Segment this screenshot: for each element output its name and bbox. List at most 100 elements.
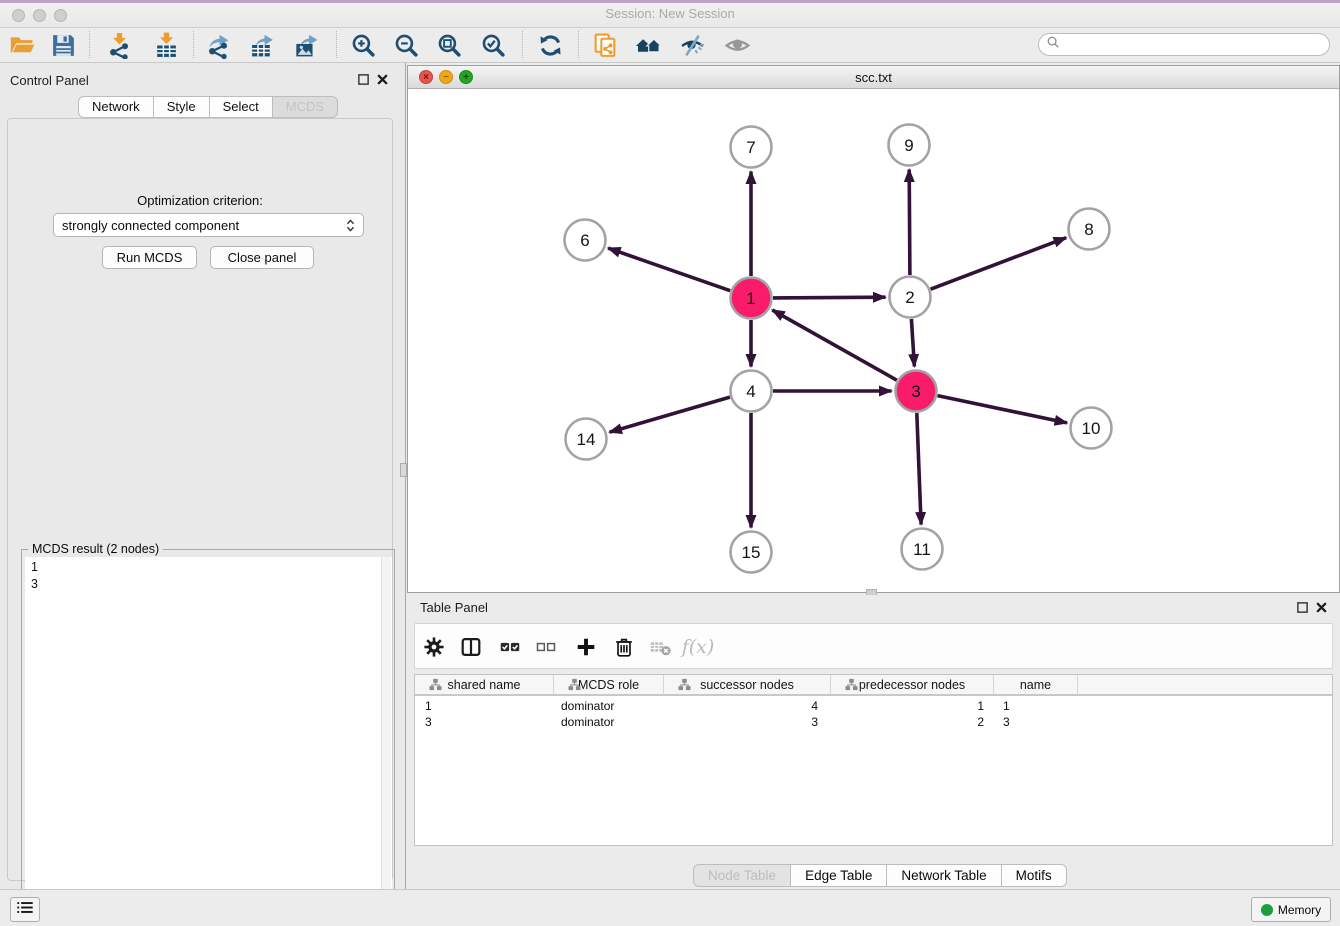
mcds-result-text[interactable]: 1 3 <box>25 557 392 924</box>
criterion-dropdown[interactable]: strongly connected component <box>53 213 364 237</box>
close-table-panel-icon[interactable] <box>1315 601 1328 619</box>
graph-node-15[interactable]: 15 <box>731 532 772 573</box>
table-tab-network-table[interactable]: Network Table <box>886 864 1001 887</box>
graph-edge-1-6[interactable] <box>608 248 730 291</box>
column-header-MCDS-role[interactable]: MCDS role <box>554 675 664 694</box>
graph-edge-2-3[interactable] <box>911 319 914 367</box>
import-table-button[interactable] <box>148 29 184 61</box>
list-icon <box>15 899 35 921</box>
graph-node-6[interactable]: 6 <box>565 220 606 261</box>
float-panel-icon[interactable] <box>357 73 370 91</box>
graph-node-7[interactable]: 7 <box>731 127 772 168</box>
window-titlebar: Session: New Session <box>0 0 1340 28</box>
column-header-successor-nodes[interactable]: successor nodes <box>664 675 831 694</box>
control-tab-style[interactable]: Style <box>153 96 210 118</box>
table-row[interactable]: 3dominator323 <box>415 714 1332 730</box>
svg-text:7: 7 <box>746 138 755 157</box>
graph-edge-2-8[interactable] <box>931 238 1067 290</box>
cell-MCDS-role: dominator <box>554 714 664 730</box>
optimization-criterion-label: Optimization criterion: <box>8 193 392 208</box>
export-table-button[interactable] <box>244 29 280 61</box>
column-header-predecessor-nodes[interactable]: predecessor nodes <box>831 675 994 694</box>
save-icon <box>50 32 77 59</box>
network-canvas[interactable]: 1 2 3 4 6 7 8 9 10 11 14 15 <box>408 89 1339 592</box>
graph-node-8[interactable]: 8 <box>1069 209 1110 250</box>
deselect-all-icon <box>534 635 558 659</box>
toolbar-separator <box>578 31 579 58</box>
graph-node-3[interactable]: 3 <box>896 371 937 412</box>
table-tab-motifs[interactable]: Motifs <box>1001 864 1067 887</box>
panel-splitter[interactable] <box>400 63 407 889</box>
control-tab-select[interactable]: Select <box>209 96 273 118</box>
graph-node-14[interactable]: 14 <box>566 419 607 460</box>
unselect-all-columns-button[interactable] <box>530 631 562 663</box>
import-network-button[interactable] <box>101 29 137 61</box>
svg-text:10: 10 <box>1082 419 1101 438</box>
run-mcds-button[interactable]: Run MCDS <box>102 246 197 269</box>
clone-network-button[interactable] <box>587 29 623 61</box>
cell-successor-nodes: 4 <box>664 698 831 714</box>
graph-edge-3-11[interactable] <box>917 413 921 525</box>
zoom-fit-button[interactable] <box>431 29 467 61</box>
result-scrollbar[interactable] <box>381 557 391 924</box>
svg-text:9: 9 <box>904 136 913 155</box>
graph-node-10[interactable]: 10 <box>1071 408 1112 449</box>
close-panel-icon[interactable] <box>376 73 389 91</box>
clone-network-icon <box>592 32 619 59</box>
export-network-button[interactable] <box>200 29 236 61</box>
cell-predecessor-nodes: 2 <box>831 714 994 730</box>
zoom-in-button[interactable] <box>345 29 381 61</box>
cell-predecessor-nodes: 1 <box>831 698 994 714</box>
control-tab-network[interactable]: Network <box>78 96 154 118</box>
graph-edge-2-9[interactable] <box>909 170 910 276</box>
refresh-layout-icon <box>537 32 564 59</box>
graph-edge-3-1[interactable] <box>772 310 897 380</box>
graph-edge-4-14[interactable] <box>610 397 730 432</box>
home-networks-button[interactable] <box>630 29 666 61</box>
control-tab-mcds[interactable]: MCDS <box>272 96 338 118</box>
graph-node-2[interactable]: 2 <box>890 277 931 318</box>
main-toolbar <box>0 28 1340 63</box>
cell-successor-nodes: 3 <box>664 714 831 730</box>
search-input[interactable] <box>1060 36 1329 54</box>
node-table-body: 1dominator4113dominator323 <box>415 698 1332 730</box>
show-panel-button[interactable] <box>719 29 755 61</box>
graph-node-9[interactable]: 9 <box>889 125 930 166</box>
svg-text:6: 6 <box>580 231 589 250</box>
table-row[interactable]: 1dominator411 <box>415 698 1332 714</box>
select-all-columns-button[interactable] <box>494 631 526 663</box>
column-header-name[interactable]: name <box>994 675 1078 694</box>
graph-edge-3-10[interactable] <box>938 396 1068 423</box>
function-builder-button: f(x) <box>682 631 714 663</box>
table-settings-button[interactable] <box>418 631 450 663</box>
column-header-shared-name[interactable]: shared name <box>415 675 554 694</box>
export-image-button[interactable] <box>288 29 324 61</box>
create-column-button[interactable] <box>570 631 602 663</box>
search-field[interactable] <box>1038 33 1330 56</box>
delete-columns-button[interactable] <box>608 631 640 663</box>
hide-panel-button[interactable] <box>674 29 710 61</box>
float-table-panel-icon[interactable] <box>1296 601 1309 619</box>
cell-shared-name: 1 <box>415 698 554 714</box>
open-session-button[interactable] <box>4 29 40 61</box>
zoom-out-button[interactable] <box>388 29 424 61</box>
memory-button[interactable]: Memory <box>1251 897 1331 922</box>
graph-edge-1-2[interactable] <box>773 297 886 298</box>
graph-node-1[interactable]: 1 <box>731 278 772 319</box>
table-tab-edge-table[interactable]: Edge Table <box>790 864 887 887</box>
network-view-window: × − + scc.txt 1234678910111415 <box>407 65 1340 593</box>
zoom-selected-button[interactable] <box>475 29 511 61</box>
cell-name: 1 <box>994 698 1078 714</box>
status-list-button[interactable] <box>10 897 40 922</box>
apply-layout-button[interactable] <box>532 29 568 61</box>
splitter-grip[interactable] <box>400 463 407 477</box>
graph-node-11[interactable]: 11 <box>902 529 943 570</box>
show-columns-button[interactable] <box>455 631 487 663</box>
svg-text:3: 3 <box>911 382 920 401</box>
save-session-button[interactable] <box>45 29 81 61</box>
graph-node-4[interactable]: 4 <box>731 371 772 412</box>
table-tab-node-table[interactable]: Node Table <box>693 864 791 887</box>
export-table-icon <box>249 32 276 59</box>
close-panel-button[interactable]: Close panel <box>210 246 314 269</box>
zoom-out-icon <box>393 32 420 59</box>
